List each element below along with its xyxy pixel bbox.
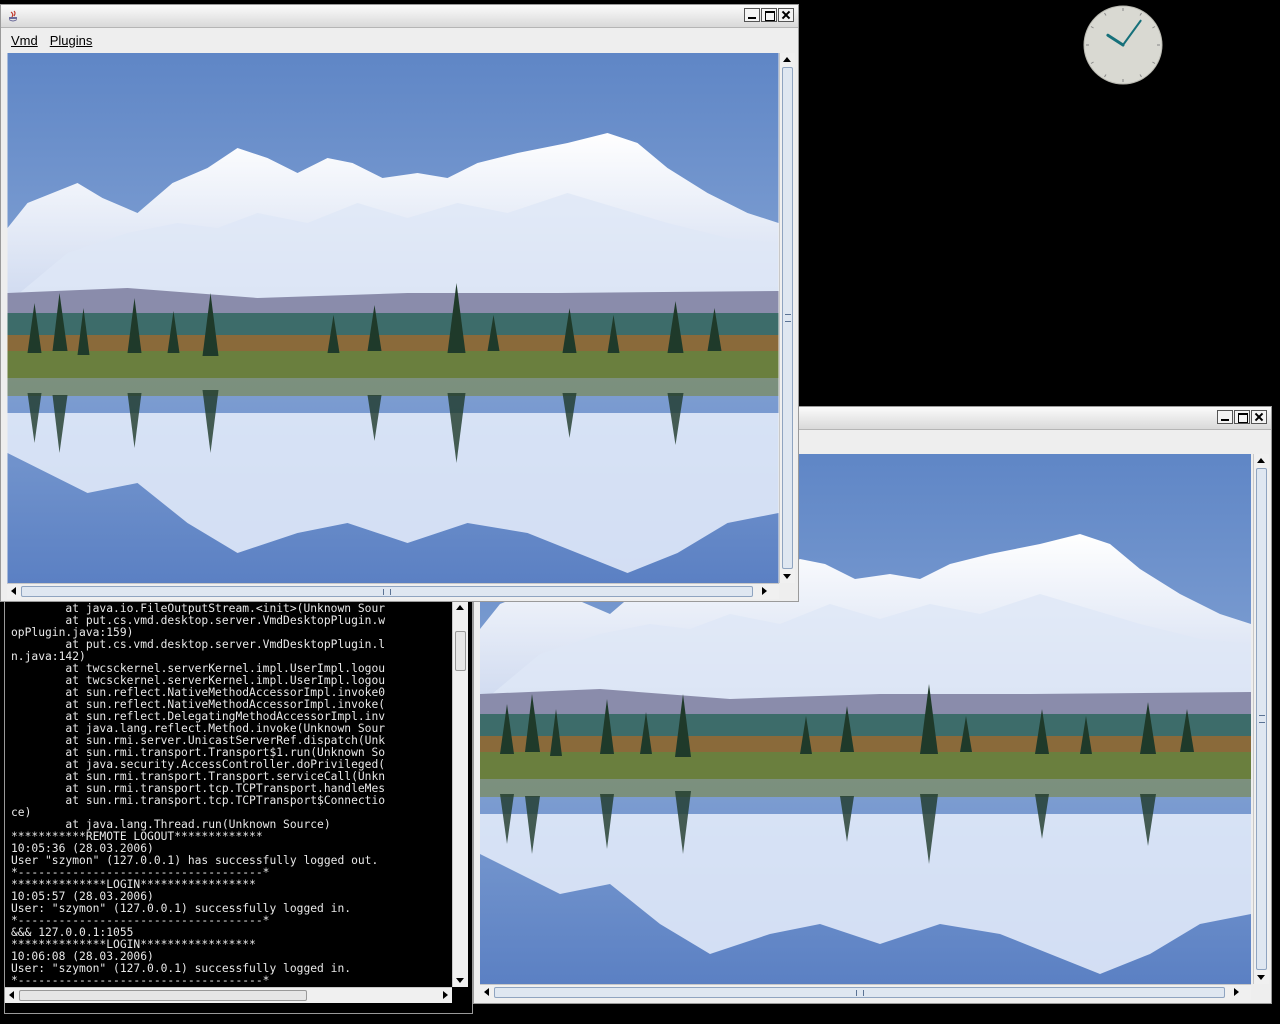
menu-bar: Vmd Plugins — [1, 28, 798, 52]
vertical-scrollbar[interactable] — [1253, 454, 1269, 984]
scroll-thumb-h[interactable] — [21, 586, 753, 597]
scroll-down-icon[interactable] — [456, 978, 464, 983]
minimize-icon[interactable] — [1217, 410, 1233, 424]
close-icon[interactable] — [778, 8, 794, 22]
maximize-icon[interactable] — [1234, 410, 1250, 424]
vertical-scrollbar[interactable] — [779, 53, 795, 583]
console-vertical-scrollbar[interactable] — [452, 601, 468, 987]
scroll-up-icon[interactable] — [783, 57, 791, 62]
menu-plugins[interactable]: Plugins — [50, 33, 93, 48]
console-horizontal-scrollbar[interactable] — [5, 987, 452, 1003]
maximize-icon[interactable] — [761, 8, 777, 22]
console-line: at sun.rmi.transport.tcp.TCPTransport$Co… — [11, 794, 386, 807]
scroll-down-icon[interactable] — [783, 574, 791, 579]
clock-icon — [1083, 5, 1163, 85]
horizontal-scrollbar[interactable] — [7, 583, 779, 599]
scroll-left-icon[interactable] — [9, 991, 14, 999]
console-line: *------------------------------------* — [11, 974, 270, 987]
scroll-left-icon[interactable] — [484, 988, 489, 996]
scroll-thumb[interactable] — [455, 631, 466, 671]
scroll-up-icon[interactable] — [1257, 458, 1265, 463]
remote-desktop-window: Vmd Plugins — [0, 4, 799, 602]
scroll-up-icon[interactable] — [456, 605, 464, 610]
minimize-icon[interactable] — [744, 8, 760, 22]
close-icon[interactable] — [1251, 410, 1267, 424]
scroll-right-icon[interactable] — [443, 991, 448, 999]
title-bar[interactable] — [1, 5, 798, 28]
menu-vmd[interactable]: Vmd — [11, 33, 38, 48]
scroll-thumb[interactable] — [1256, 468, 1267, 970]
scroll-thumb[interactable] — [782, 67, 793, 569]
server-console-window[interactable]: at java.io.FileOutputStream.<init>(Unkno… — [4, 600, 473, 1014]
scroll-right-icon[interactable] — [762, 587, 767, 595]
desktop-clock — [1083, 5, 1163, 85]
remote-screen-image[interactable] — [7, 53, 779, 583]
horizontal-scrollbar[interactable] — [480, 984, 1251, 1000]
scroll-thumb-h[interactable] — [494, 987, 1225, 998]
java-app-icon — [9, 10, 17, 22]
scroll-right-icon[interactable] — [1234, 988, 1239, 996]
console-log: at java.io.FileOutputStream.<init>(Unkno… — [11, 603, 451, 989]
scroll-down-icon[interactable] — [1257, 975, 1265, 980]
scroll-left-icon[interactable] — [11, 587, 16, 595]
scroll-thumb-h[interactable] — [19, 990, 307, 1001]
